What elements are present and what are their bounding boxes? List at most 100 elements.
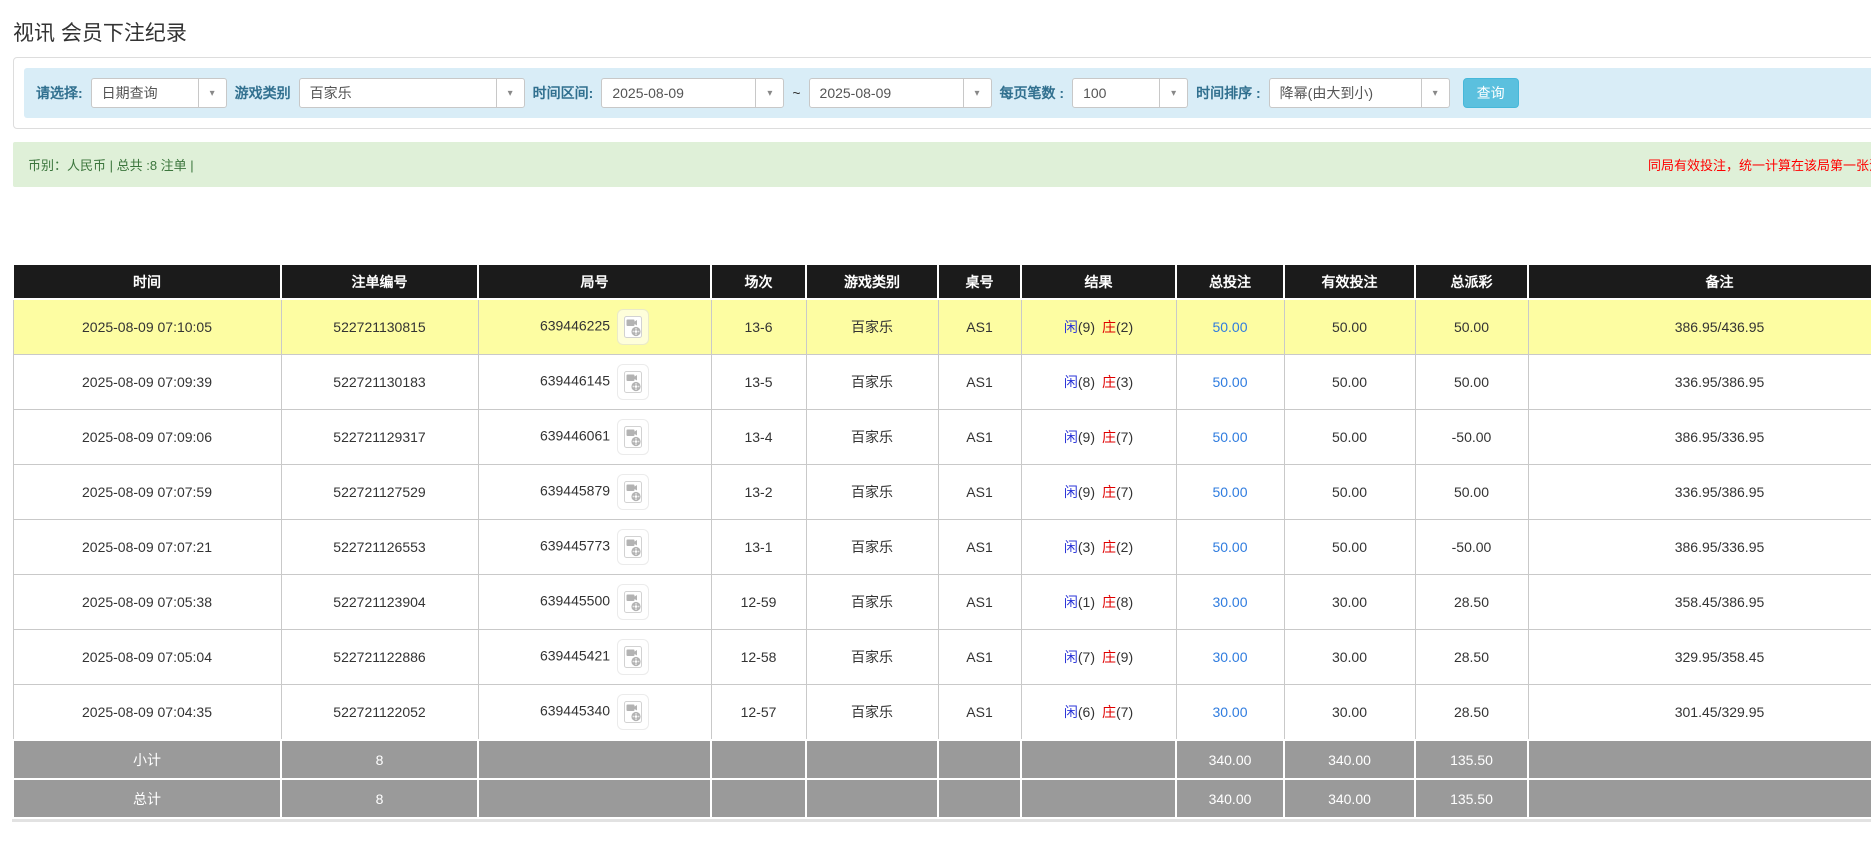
video-replay-icon: [624, 481, 643, 503]
summary-count: 8: [280, 778, 479, 819]
col-bet-id: 注单编号: [280, 263, 479, 300]
banker-result-value: (9): [1116, 649, 1134, 665]
cell-time: 2025-08-09 07:07:59: [12, 464, 282, 520]
col-note: 备注: [1527, 263, 1871, 300]
cell-total-bet: 50.00: [1175, 519, 1285, 575]
cell-result: 闲(9) 庄(7): [1020, 464, 1177, 520]
cell-note: 336.95/386.95: [1527, 464, 1871, 520]
total-bet-link[interactable]: 30.00: [1212, 649, 1247, 665]
summary-empty: [477, 739, 712, 780]
cell-total-bet: 50.00: [1175, 298, 1285, 355]
banker-result-value: (8): [1116, 594, 1134, 610]
cell-game-type: 百家乐: [805, 684, 939, 741]
cell-round-id: 639445879: [477, 464, 712, 520]
cell-session: 12-59: [710, 574, 807, 630]
player-result-value: (9): [1077, 484, 1095, 500]
chevron-down-icon: ▾: [197, 79, 226, 107]
banker-result-label: 庄: [1102, 649, 1116, 665]
video-replay-button[interactable]: [617, 364, 650, 400]
cell-valid-bet: 50.00: [1283, 354, 1416, 410]
summary-empty: [710, 778, 807, 819]
summary-payout: 135.50: [1414, 739, 1529, 780]
page-size-value: 100: [1083, 85, 1107, 101]
cell-total-bet: 30.00: [1175, 684, 1285, 741]
video-replay-icon: [624, 701, 643, 723]
banker-result-value: (7): [1116, 429, 1134, 445]
video-replay-button[interactable]: [617, 694, 650, 730]
player-result-label: 闲: [1063, 484, 1078, 500]
cell-round-id: 639445500: [477, 574, 712, 630]
cell-payout: 28.50: [1414, 684, 1529, 741]
cell-total-bet: 30.00: [1175, 574, 1285, 630]
player-result-value: (6): [1077, 704, 1095, 720]
total-bet-link[interactable]: 50.00: [1212, 429, 1247, 445]
total-bet-link[interactable]: 50.00: [1212, 374, 1247, 390]
summary-total-bet: 340.00: [1175, 739, 1285, 780]
video-replay-button[interactable]: [617, 419, 650, 455]
cell-game-type: 百家乐: [805, 629, 939, 685]
cell-game-type: 百家乐: [805, 464, 939, 520]
cell-table-no: AS1: [937, 354, 1022, 410]
page-size-label: 每页笔数 :: [999, 85, 1065, 101]
total-bet-link[interactable]: 50.00: [1212, 539, 1247, 555]
time-sort-value: 降幂(由大到小): [1279, 85, 1373, 101]
player-result-value: (3): [1077, 539, 1095, 555]
time-sort-select[interactable]: 降幂(由大到小) ▾: [1268, 78, 1450, 108]
cell-table-no: AS1: [937, 574, 1022, 630]
summary-empty: [1020, 739, 1177, 780]
cell-payout: 50.00: [1414, 298, 1529, 355]
date-range-separator: ~: [792, 85, 801, 101]
video-replay-button[interactable]: [617, 309, 650, 345]
game-category-select[interactable]: 百家乐 ▾: [298, 78, 525, 108]
valid-bet-notice: 同局有效投注，统一计算在该局第一张注单: [1647, 158, 1871, 173]
filter-panel: 请选择: 日期查询 ▾ 游戏类别 百家乐 ▾ 时间区间: 2025-08-09 …: [13, 57, 1871, 129]
video-replay-button[interactable]: [617, 639, 650, 675]
table-row: 2025-08-09 07:07:21 522721126553 6394457…: [12, 519, 1871, 575]
cell-total-bet: 50.00: [1175, 464, 1285, 520]
col-round-id: 局号: [477, 263, 712, 300]
chevron-down-icon: ▾: [962, 79, 991, 107]
cell-table-no: AS1: [937, 684, 1022, 741]
player-result-label: 闲: [1063, 539, 1078, 555]
total-bet-link[interactable]: 30.00: [1212, 594, 1247, 610]
filter-bar: 请选择: 日期查询 ▾ 游戏类别 百家乐 ▾ 时间区间: 2025-08-09 …: [24, 68, 1871, 118]
cell-result: 闲(3) 庄(2): [1020, 519, 1177, 575]
query-type-select[interactable]: 日期查询 ▾: [90, 78, 227, 108]
cell-note: 329.95/358.45: [1527, 629, 1871, 685]
cell-game-type: 百家乐: [805, 298, 939, 355]
cell-session: 13-1: [710, 519, 807, 575]
cell-result: 闲(8) 庄(3): [1020, 354, 1177, 410]
date-from-value: 2025-08-09: [612, 85, 684, 101]
banker-result-value: (7): [1116, 484, 1134, 500]
cell-note: 386.95/436.95: [1527, 298, 1871, 355]
summary-row: 总计 8 340.00 340.00 135.50: [12, 778, 1871, 819]
banker-result-value: (7): [1116, 704, 1134, 720]
video-replay-button[interactable]: [617, 529, 650, 565]
cell-round-id: 639445773: [477, 519, 712, 575]
page-size-select[interactable]: 100 ▾: [1072, 78, 1189, 108]
chevron-down-icon: ▾: [755, 79, 783, 107]
cell-game-type: 百家乐: [805, 354, 939, 410]
cell-result: 闲(9) 庄(7): [1020, 409, 1177, 465]
search-button[interactable]: 查询: [1462, 78, 1519, 108]
info-bar: 币别：人民币 | 总共 :8 注单 | 同局有效投注，统一计算在该局第一张注单: [13, 142, 1871, 187]
video-replay-button[interactable]: [617, 584, 650, 620]
total-bet-link[interactable]: 30.00: [1212, 704, 1247, 720]
video-replay-icon: [624, 426, 643, 448]
player-result-value: (9): [1077, 319, 1095, 335]
summary-valid-bet: 340.00: [1283, 778, 1416, 819]
cell-table-no: AS1: [937, 298, 1022, 355]
cell-total-bet: 50.00: [1175, 354, 1285, 410]
cell-session: 12-57: [710, 684, 807, 741]
cell-note: 386.95/336.95: [1527, 409, 1871, 465]
date-to-select[interactable]: 2025-08-09 ▾: [808, 78, 992, 108]
total-bet-link[interactable]: 50.00: [1212, 484, 1247, 500]
chevron-down-icon: ▾: [1420, 79, 1449, 107]
total-bet-link[interactable]: 50.00: [1212, 319, 1247, 335]
video-replay-button[interactable]: [617, 474, 650, 510]
round-id-text: 639445773: [539, 537, 611, 554]
banker-result-label: 庄: [1102, 594, 1116, 610]
col-session: 场次: [710, 263, 807, 300]
date-to-value: 2025-08-09: [819, 85, 892, 101]
date-from-select[interactable]: 2025-08-09 ▾: [601, 78, 785, 108]
